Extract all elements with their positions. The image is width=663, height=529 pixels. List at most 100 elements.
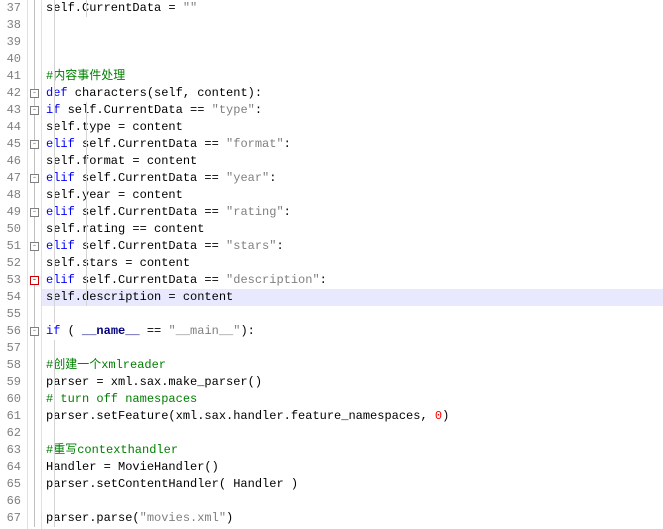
code-line[interactable]: if self.CurrentData == "type":	[42, 102, 663, 119]
code-text: #重写contexthandler	[46, 443, 178, 457]
line-number: 48	[4, 187, 21, 204]
line-number: 65	[4, 476, 21, 493]
fold-cell[interactable]: -	[28, 85, 41, 102]
code-text: parser = xml.sax.make_parser()	[46, 375, 262, 389]
fold-cell	[28, 0, 41, 17]
code-line[interactable]: self.description = content	[42, 289, 663, 306]
code-text: elif self.CurrentData == "description":	[46, 273, 327, 287]
line-number: 53	[4, 272, 21, 289]
line-number: 56	[4, 323, 21, 340]
line-number: 41	[4, 68, 21, 85]
code-line[interactable]: elif self.CurrentData == "rating":	[42, 204, 663, 221]
fold-cell	[28, 68, 41, 85]
line-number: 58	[4, 357, 21, 374]
code-text: elif self.CurrentData == "rating":	[46, 205, 291, 219]
code-line[interactable]	[42, 306, 663, 323]
line-number: 62	[4, 425, 21, 442]
fold-cell	[28, 340, 41, 357]
code-text: def characters(self, content):	[46, 86, 262, 100]
fold-cell	[28, 187, 41, 204]
line-number: 61	[4, 408, 21, 425]
fold-cell	[28, 119, 41, 136]
fold-cell[interactable]: -	[28, 102, 41, 119]
fold-toggle-icon[interactable]: -	[30, 140, 39, 149]
code-line[interactable]	[42, 34, 663, 51]
code-line[interactable]: Handler = MovieHandler()	[42, 459, 663, 476]
line-number: 47	[4, 170, 21, 187]
line-number: 51	[4, 238, 21, 255]
code-line[interactable]: self.format = content	[42, 153, 663, 170]
code-line[interactable]: self.CurrentData = ""	[42, 0, 663, 17]
fold-gutter[interactable]: - - - - - - - -	[28, 0, 42, 529]
code-text: self.year = content	[46, 188, 183, 202]
code-area[interactable]: self.CurrentData = "" #内容事件处理 def charac…	[42, 0, 663, 529]
code-text: elif self.CurrentData == "stars":	[46, 239, 284, 253]
fold-cell	[28, 306, 41, 323]
code-line[interactable]: self.rating == content	[42, 221, 663, 238]
code-line[interactable]: #创建一个xmlreader	[42, 357, 663, 374]
code-line[interactable]: elif self.CurrentData == "description":	[42, 272, 663, 289]
line-number: 57	[4, 340, 21, 357]
code-line[interactable]	[42, 425, 663, 442]
code-editor[interactable]: 3738394041424344454647484950515253545556…	[0, 0, 663, 529]
code-line[interactable]: def characters(self, content):	[42, 85, 663, 102]
code-text: self.CurrentData = ""	[46, 1, 197, 15]
fold-toggle-icon[interactable]: -	[30, 208, 39, 217]
code-text: #创建一个xmlreader	[46, 358, 166, 372]
fold-cell[interactable]: -	[28, 170, 41, 187]
code-line[interactable]: parser = xml.sax.make_parser()	[42, 374, 663, 391]
line-number: 60	[4, 391, 21, 408]
code-text: self.format = content	[46, 154, 197, 168]
code-text: elif self.CurrentData == "format":	[46, 137, 291, 151]
fold-cell	[28, 289, 41, 306]
code-line[interactable]: parser.setFeature(xml.sax.handler.featur…	[42, 408, 663, 425]
line-number: 59	[4, 374, 21, 391]
code-line[interactable]: self.type = content	[42, 119, 663, 136]
code-line[interactable]: #内容事件处理	[42, 68, 663, 85]
fold-toggle-icon[interactable]: -	[30, 106, 39, 115]
code-line[interactable]: #重写contexthandler	[42, 442, 663, 459]
fold-cell	[28, 153, 41, 170]
code-line[interactable]: elif self.CurrentData == "stars":	[42, 238, 663, 255]
fold-toggle-icon[interactable]: -	[30, 89, 39, 98]
code-line[interactable]: parser.setContentHandler( Handler )	[42, 476, 663, 493]
code-line[interactable]: self.year = content	[42, 187, 663, 204]
code-line[interactable]	[42, 17, 663, 34]
fold-cell	[28, 17, 41, 34]
line-number: 37	[4, 0, 21, 17]
line-number: 54	[4, 289, 21, 306]
code-line[interactable]: # turn off namespaces	[42, 391, 663, 408]
code-text: #内容事件处理	[46, 69, 125, 83]
code-line[interactable]: parser.parse("movies.xml")	[42, 510, 663, 527]
fold-cell[interactable]: -	[28, 136, 41, 153]
code-text: parser.setFeature(xml.sax.handler.featur…	[46, 409, 449, 423]
code-line[interactable]	[42, 340, 663, 357]
fold-cell[interactable]: -	[28, 204, 41, 221]
code-line[interactable]: self.stars = content	[42, 255, 663, 272]
code-text: self.type = content	[46, 120, 183, 134]
fold-cell[interactable]: -	[28, 238, 41, 255]
code-text: # turn off namespaces	[46, 392, 197, 406]
fold-cell[interactable]: -	[28, 323, 41, 340]
line-number: 46	[4, 153, 21, 170]
fold-toggle-icon[interactable]: -	[30, 242, 39, 251]
line-number: 55	[4, 306, 21, 323]
line-number: 43	[4, 102, 21, 119]
fold-cell	[28, 459, 41, 476]
code-line[interactable]: elif self.CurrentData == "year":	[42, 170, 663, 187]
line-number: 39	[4, 34, 21, 51]
code-line[interactable]	[42, 51, 663, 68]
fold-cell	[28, 442, 41, 459]
code-line[interactable]: if ( __name__ == "__main__"):	[42, 323, 663, 340]
code-text: Handler = MovieHandler()	[46, 460, 219, 474]
fold-toggle-icon[interactable]: -	[30, 174, 39, 183]
fold-cell[interactable]: -	[28, 272, 41, 289]
code-text: if ( __name__ == "__main__"):	[46, 324, 255, 338]
fold-cell	[28, 34, 41, 51]
fold-toggle-icon[interactable]: -	[30, 276, 39, 285]
fold-toggle-icon[interactable]: -	[30, 327, 39, 336]
code-line[interactable]: elif self.CurrentData == "format":	[42, 136, 663, 153]
fold-cell	[28, 476, 41, 493]
fold-cell	[28, 357, 41, 374]
code-line[interactable]	[42, 493, 663, 510]
